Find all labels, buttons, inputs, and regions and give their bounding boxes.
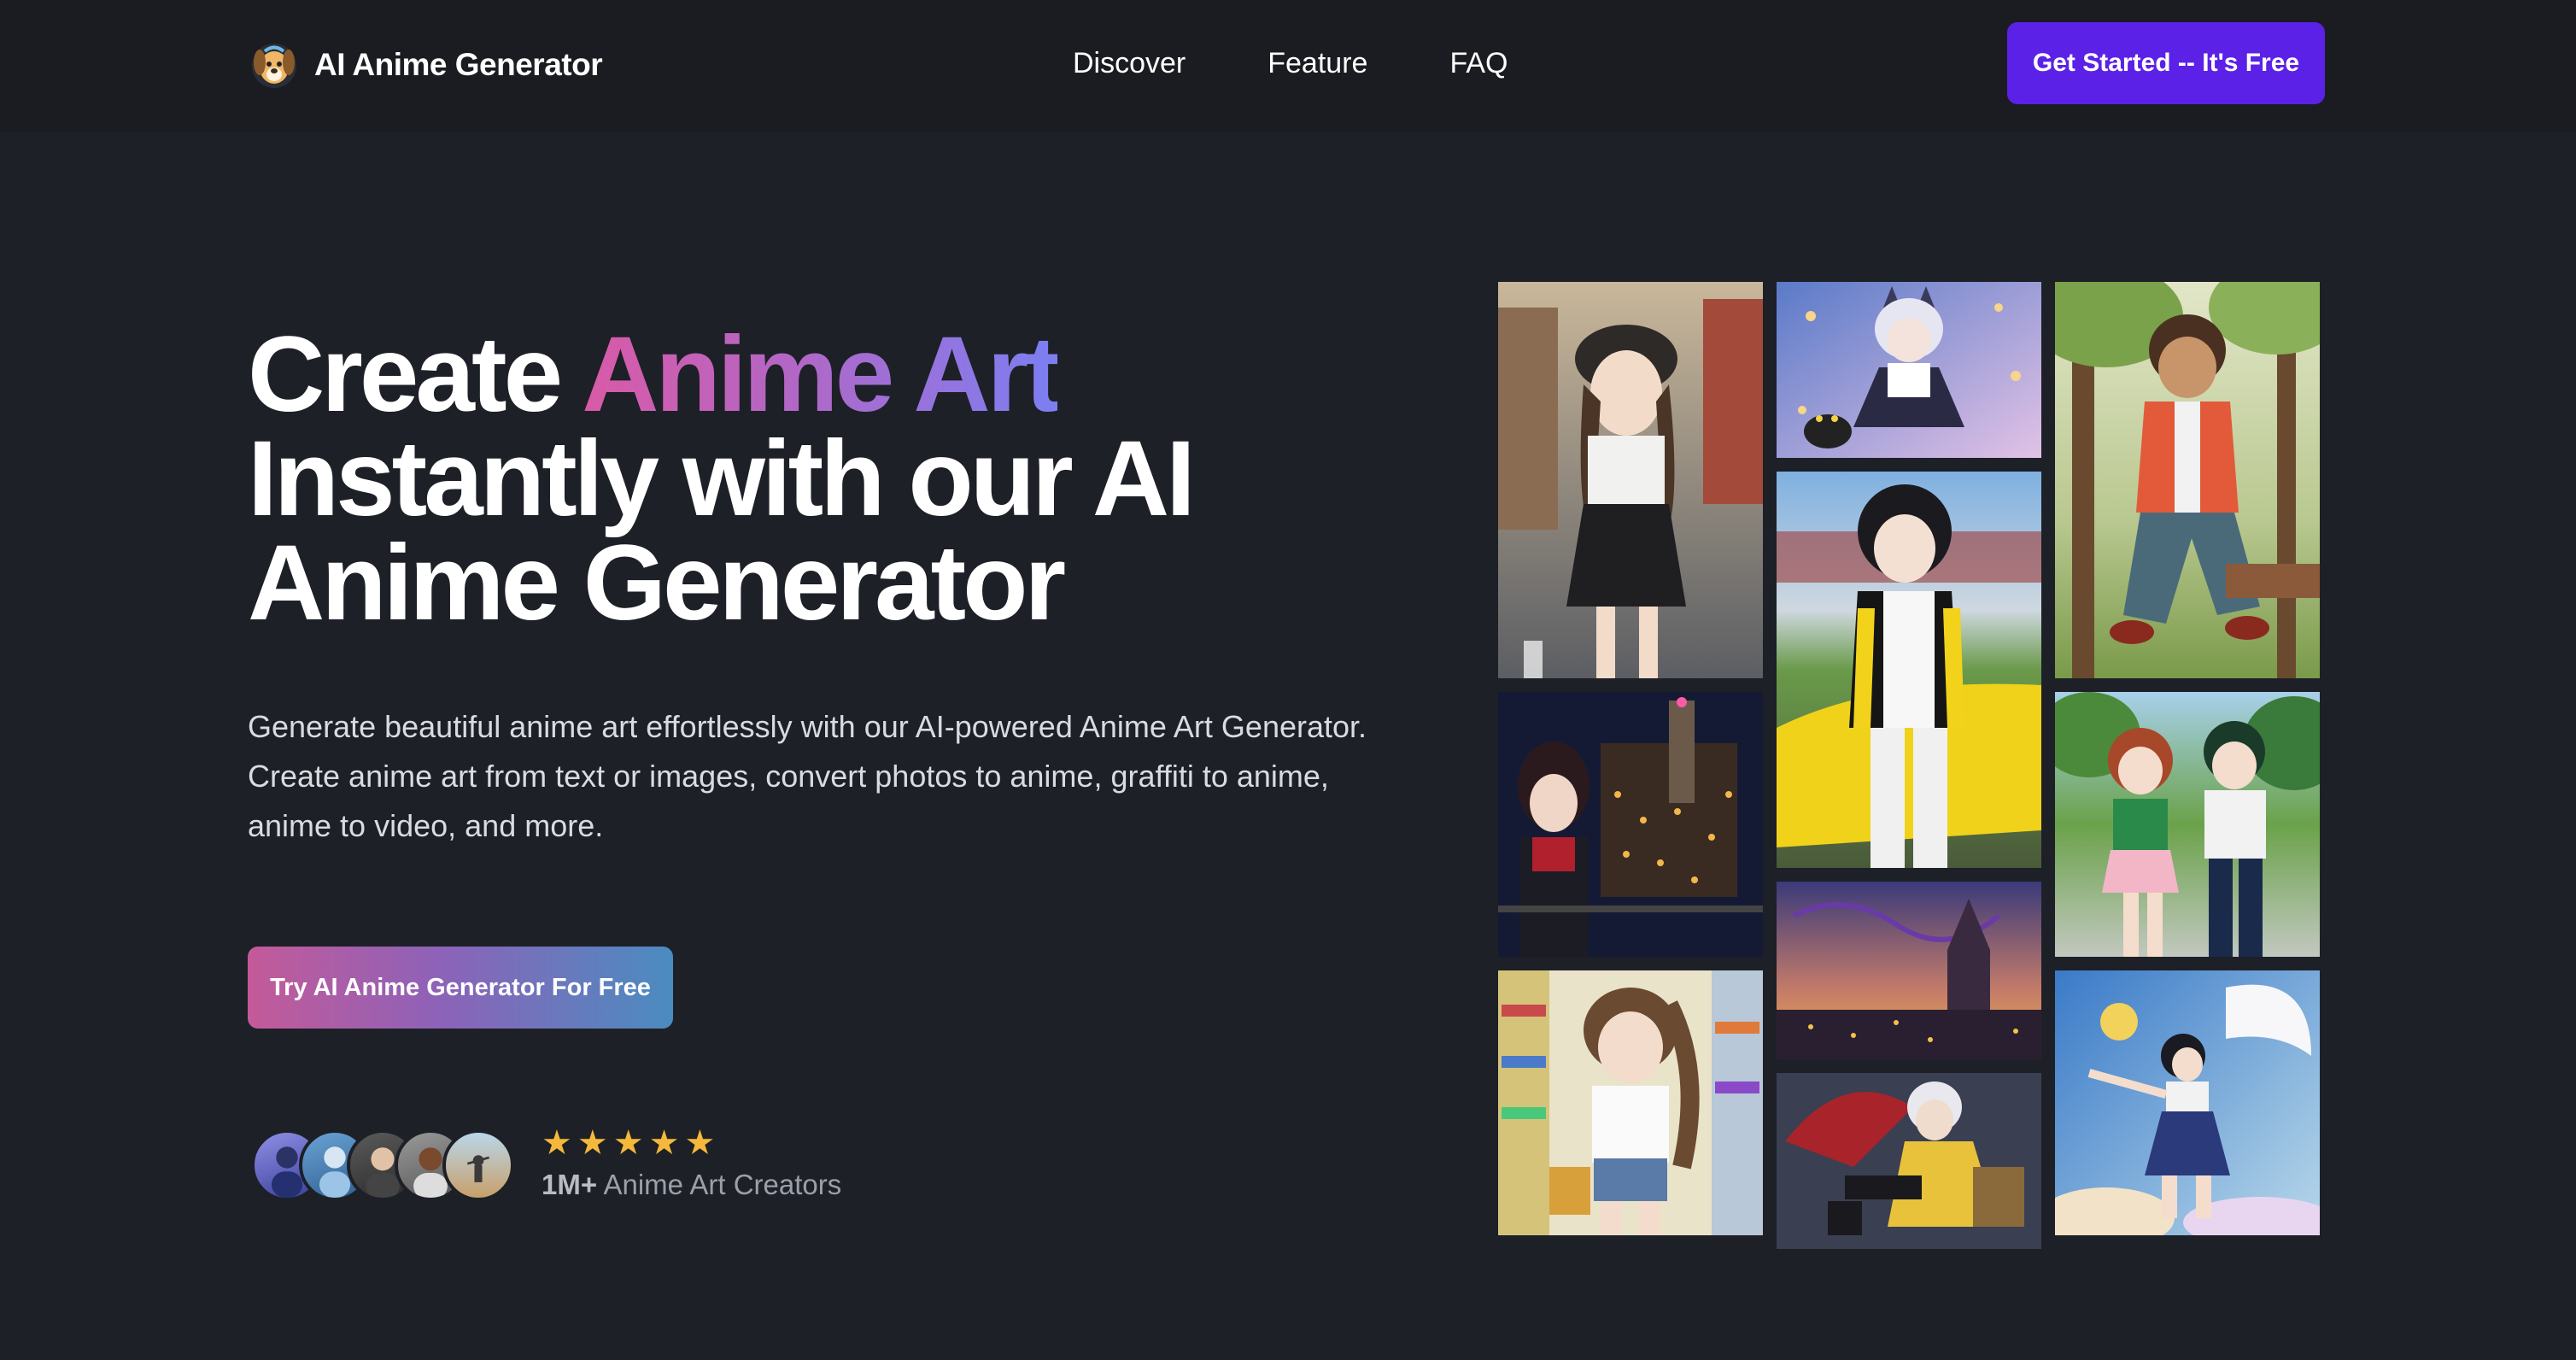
rating-stars: ★ ★ ★ ★ ★ bbox=[542, 1126, 715, 1160]
try-generator-button[interactable]: Try AI Anime Generator For Free bbox=[248, 947, 673, 1029]
star-icon: ★ bbox=[542, 1124, 572, 1162]
gallery-image-city-girl[interactable] bbox=[1498, 282, 1763, 678]
star-icon: ★ bbox=[648, 1124, 680, 1162]
star-icon: ★ bbox=[577, 1124, 608, 1162]
dog-logo-icon bbox=[252, 44, 296, 88]
nav-discover[interactable]: Discover bbox=[1073, 43, 1186, 84]
hero-description: Generate beautiful anime art effortlessl… bbox=[248, 709, 1367, 843]
hero-title-line-3: Anime Generator bbox=[248, 524, 1066, 642]
hero-title-plain: Create bbox=[248, 315, 563, 434]
gallery-image-park-boy[interactable] bbox=[2055, 282, 2320, 678]
hero-title-line-1: Create Anime Art bbox=[248, 321, 1358, 428]
gallery-image-cat-girl[interactable] bbox=[1777, 282, 2041, 458]
avatar-group bbox=[251, 1129, 524, 1203]
site-header: AI Anime Generator Discover Feature FAQ … bbox=[0, 0, 2576, 132]
logo-text: AI Anime Generator bbox=[314, 47, 603, 82]
star-icon: ★ bbox=[612, 1124, 644, 1162]
gallery-image-castle-sky[interactable] bbox=[1777, 882, 2041, 1059]
creators-number: 1M+ bbox=[542, 1169, 598, 1200]
gallery-image-couple-walk[interactable] bbox=[2055, 692, 2320, 957]
gallery-image-umbrella-boy[interactable] bbox=[1777, 1073, 2041, 1249]
hero-title-gradient: Anime Art bbox=[582, 315, 1061, 434]
nav-faq[interactable]: FAQ bbox=[1449, 43, 1508, 84]
logo[interactable]: AI Anime Generator bbox=[249, 39, 603, 91]
creators-label: Anime Art Creators bbox=[603, 1169, 842, 1200]
gallery-image-racer-girl[interactable] bbox=[1777, 472, 2041, 868]
gallery-image-night-city[interactable] bbox=[1498, 692, 1763, 957]
hero-title: Create Anime Art Instantly with our AI A… bbox=[248, 321, 1358, 642]
get-started-button[interactable]: Get Started -- It's Free bbox=[2007, 22, 2325, 104]
star-icon: ★ bbox=[684, 1124, 716, 1162]
creators-count: 1M+ Anime Art Creators bbox=[542, 1169, 841, 1201]
avatar bbox=[442, 1129, 514, 1201]
gallery-image-sky-girl[interactable] bbox=[2055, 970, 2320, 1235]
gallery-image-store-girl[interactable] bbox=[1498, 970, 1763, 1235]
hero-title-line-2: Instantly with our AI bbox=[248, 419, 1196, 538]
main-nav: Discover Feature FAQ bbox=[1073, 43, 1508, 84]
nav-feature[interactable]: Feature bbox=[1268, 43, 1367, 84]
